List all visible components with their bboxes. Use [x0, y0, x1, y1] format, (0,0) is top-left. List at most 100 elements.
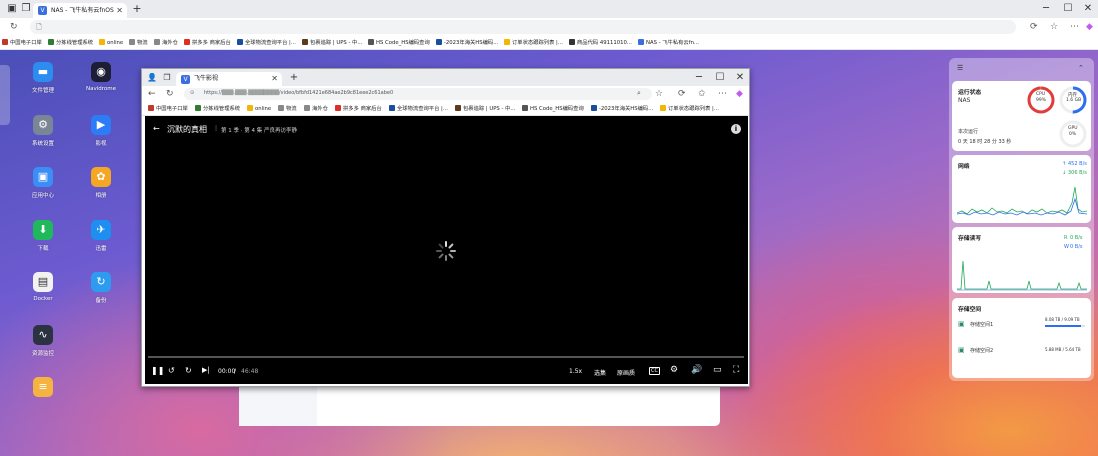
bookmark-item[interactable]: online [247, 102, 271, 116]
inner-close-window-icon[interactable]: ✕ [730, 69, 750, 87]
desktop-app-icon[interactable]: ⚙ 系统设置 [18, 114, 68, 147]
bookmark-item[interactable]: 全球物流查询平台 |... [389, 102, 448, 116]
inner-reload-icon[interactable]: ↻ [166, 87, 174, 101]
pause-icon[interactable]: ❚❚ [151, 366, 164, 375]
bookmark-item[interactable]: HS Code_HS编码查询 [522, 102, 584, 116]
bookmark-item[interactable]: 订单状态跟踪列表 |... [504, 36, 563, 50]
bookmark-item[interactable]: 包裹追踪 | UPS - 中... [302, 36, 362, 50]
network-card[interactable]: 网络 ↑ 452 B/s ↓ 306 B/s [952, 155, 1091, 223]
extensions-icon[interactable]: ⟳ [1030, 20, 1038, 34]
inner-url[interactable]: https://▒▒▒.▒▒▒.▒▒▒▒▒▒▒▒/video/bfbfd1421… [204, 90, 393, 96]
bookmark-favicon-icon [2, 39, 8, 45]
settings-gear-icon[interactable]: ⚙ [670, 365, 678, 375]
disk-io-card[interactable]: 存储读写 R 0 B/s W 0 B/s [952, 227, 1091, 293]
subtitles-button[interactable]: CC [649, 367, 660, 375]
desktop-app-icon[interactable]: ∿ 资源监控 [18, 324, 68, 357]
outer-address-bar[interactable]: 🗋 [30, 20, 1016, 34]
desktop-app-icon[interactable]: ≡ [18, 377, 68, 401]
inner-favorite-icon[interactable]: ☆ [655, 87, 663, 101]
bookmark-item[interactable]: 包裹追踪 | UPS - 中... [455, 102, 515, 116]
bookmark-item[interactable]: 分拣线管理系统 [48, 36, 93, 50]
favorites-icon[interactable]: ☆ [1050, 20, 1058, 34]
background-app-window[interactable] [239, 387, 720, 426]
widget-settings-icon[interactable]: ☰ [957, 64, 963, 72]
inner-nav-bar: ← ↻ ⊙ https://▒▒▒.▒▒▒.▒▒▒▒▒▒▒▒/video/bfb… [142, 86, 749, 102]
status-card[interactable]: 运行状态 NAS 本次运行 0 天 18 时 28 分 33 秒 CPU 99%… [952, 81, 1091, 151]
next-episode-icon[interactable]: ▶| [202, 366, 210, 374]
player-back-icon[interactable]: ← [153, 124, 160, 133]
reload-icon[interactable]: ↻ [10, 20, 18, 34]
zoom-icon[interactable]: ⌕ [637, 89, 641, 98]
bookmark-label: HS Code_HS编码查询 [376, 40, 430, 46]
inner-maximize-icon[interactable]: ☐ [710, 69, 730, 87]
page-info-icon[interactable]: 🗋 [36, 20, 42, 34]
desktop-app-icon[interactable]: ◉ Navidrome [76, 62, 126, 92]
fullscreen-icon[interactable]: ⛶ [733, 365, 739, 375]
video-player[interactable]: ← 沉默的真相 | 第 1 季 · 第 4 集 严良再访李静 i ❚❚ ↺ ↻ … [145, 116, 748, 384]
copilot-icon[interactable]: ◆ [1086, 20, 1093, 34]
bookmark-item[interactable]: 分拣线管理系统 [195, 102, 240, 116]
back-icon[interactable]: ← [148, 87, 156, 101]
desktop-app-icon[interactable]: ⬇ 下载 [18, 219, 68, 252]
bookmark-item[interactable]: online [99, 36, 123, 50]
inner-more-icon[interactable]: ⋯ [718, 87, 727, 101]
forward-icon[interactable]: ↻ [185, 366, 192, 375]
bookmark-item[interactable]: 拼多多 商家后台 [335, 102, 382, 116]
inner-copilot-icon[interactable]: ◆ [736, 87, 743, 101]
bookmark-item[interactable]: 海外仓 [304, 102, 328, 116]
bookmark-label: 中国电子口岸 [10, 40, 42, 46]
bookmark-item[interactable]: HS Code_HS编码查询 [368, 36, 430, 50]
storage-usage: 8.08 TB / 9.09 TB [1045, 317, 1080, 322]
close-window-icon[interactable]: ✕ [1078, 0, 1098, 18]
bookmark-item[interactable]: 全球物流查询平台 |... [237, 36, 296, 50]
inner-address-bar[interactable]: ⊙ https://▒▒▒.▒▒▒.▒▒▒▒▒▒▒▒/video/bfbfd14… [184, 88, 652, 100]
more-menu-icon[interactable]: ⋯ [1070, 20, 1079, 34]
desktop-app-icon[interactable]: ✈ 迅雷 [76, 219, 126, 252]
desktop-app-icon[interactable]: ▣ 应用中心 [18, 167, 68, 199]
storage-volume-label: 存储空间2 [970, 348, 994, 354]
progress-bar[interactable] [148, 356, 744, 358]
episodes-button[interactable]: 选集 [594, 368, 606, 377]
rewind-icon[interactable]: ↺ [168, 366, 175, 375]
bookmark-item[interactable]: NAS - 飞牛私有云fn... [638, 36, 699, 50]
maximize-icon[interactable]: ☐ [1058, 0, 1078, 18]
bookmark-item[interactable]: -2023年海关HS编码... [436, 36, 498, 50]
app-label: Docker [33, 296, 53, 302]
bookmark-item[interactable]: -2023年海关HS编码... [591, 102, 653, 116]
desktop-app-icon[interactable]: ▬ 文件管理 [18, 62, 68, 94]
storage-volume-row[interactable]: ▣ 存储空间1 8.08 TB / 9.09 TB [958, 316, 1088, 336]
bookmark-item[interactable]: 中国电子口岸 [2, 36, 42, 50]
storage-card[interactable]: 存储空间 ▣ 存储空间1 8.08 TB / 9.09 TB ▣ 存储空间2 5.88 M… [952, 298, 1091, 378]
inner-minimize-icon[interactable]: ─ [689, 69, 709, 87]
inner-tab-actions-icon[interactable]: ❐ [157, 69, 177, 87]
minimize-icon[interactable]: ─ [1036, 0, 1056, 18]
outer-active-tab[interactable]: V NAS - 飞牛私有云fnOS ✕ [33, 3, 127, 18]
inner-favorites-icon[interactable]: ✩ [698, 87, 706, 101]
bookmark-item[interactable]: 物流 [129, 36, 148, 50]
bookmark-item[interactable]: 订单状态跟踪列表 |... [660, 102, 719, 116]
speed-button[interactable]: 1.5x [569, 368, 582, 375]
desktop-app-icon[interactable]: ↻ 备份 [76, 272, 126, 304]
bookmark-item[interactable]: 商品代码 49111010... [569, 36, 632, 50]
desktop-app-icon[interactable]: ✿ 相册 [76, 167, 126, 199]
volume-icon[interactable]: 🔊 [691, 365, 702, 375]
outer-new-tab-button[interactable]: + [127, 0, 147, 18]
bookmark-item[interactable]: 中国电子口岸 [148, 102, 188, 116]
bookmark-item[interactable]: 海外仓 [154, 36, 178, 50]
video-browser-window[interactable]: 👤 ❐ V 飞牛影视 ✕ + ─ ☐ ✕ ← ↻ ⊙ https://▒▒▒.▒… [141, 68, 750, 387]
picture-in-picture-icon[interactable]: ▭ [713, 365, 722, 375]
bookmark-item[interactable]: 物流 [278, 102, 297, 116]
storage-volume-row[interactable]: ▣ 存储空间2 5.88 MB / 5.64 TB [958, 342, 1088, 362]
outer-tab-bar: ▣ ❐ V NAS - 飞牛私有云fnOS ✕ + ─ ☐ ✕ [0, 0, 1098, 18]
inner-new-tab-button[interactable]: + [284, 69, 304, 87]
info-icon[interactable]: i [731, 124, 741, 134]
desktop-app-icon[interactable]: ▶ 影视 [76, 114, 126, 147]
quality-button[interactable]: 原画质 [617, 368, 635, 377]
inner-close-tab-icon[interactable]: ✕ [271, 72, 278, 86]
inner-active-tab[interactable]: V 飞牛影视 ✕ [176, 72, 282, 86]
desktop-app-icon[interactable]: ▤ Docker [18, 272, 68, 302]
inner-extensions-icon[interactable]: ⟳ [678, 87, 686, 101]
collapse-widgets-icon[interactable]: ⌃ [1078, 64, 1084, 72]
bookmark-item[interactable]: 拼多多 商家后台 [184, 36, 231, 50]
close-tab-icon[interactable]: ✕ [116, 3, 123, 18]
